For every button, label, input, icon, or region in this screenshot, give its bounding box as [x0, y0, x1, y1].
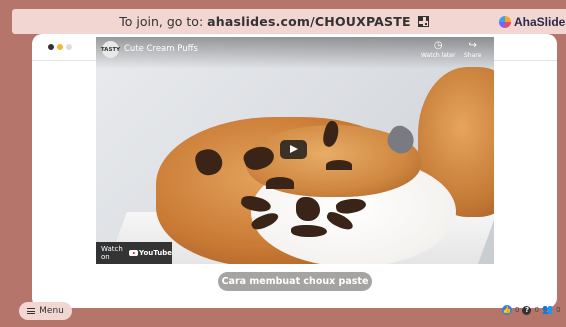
join-prefix: To join, go to: — [119, 14, 208, 29]
join-url[interactable]: ahaslides.com/CHOUXPASTE — [207, 14, 411, 29]
video-caption: Cara membuat choux paste — [218, 272, 372, 291]
share-label: Share — [464, 52, 482, 59]
chocolate-nose — [296, 197, 320, 221]
question-icon[interactable]: ? — [522, 305, 532, 315]
channel-initials: TASTY — [100, 46, 121, 53]
video-title[interactable]: Cute Cream Puffs — [124, 44, 198, 54]
youtube-logo: YouTube — [129, 249, 172, 257]
menu-button[interactable]: Menu — [19, 302, 72, 320]
qr-code-icon[interactable] — [417, 16, 429, 27]
watch-on-youtube-button[interactable]: Watch on YouTube — [96, 242, 172, 264]
youtube-play-icon — [129, 250, 139, 256]
brand-name: AhaSlides — [514, 15, 566, 29]
thumb-up-icon[interactable]: 👍 — [502, 305, 512, 315]
people-icon: 👥 — [541, 305, 554, 315]
video-header: TASTY Cute Cream Puffs ◷ Watch later ↪ S… — [96, 37, 494, 69]
questions-count: 0 — [534, 306, 539, 314]
join-banner: To join, go to: ahaslides.com/CHOUXPASTE — [12, 9, 566, 34]
menu-label: Menu — [39, 306, 64, 316]
window-dots — [48, 44, 72, 50]
share-button[interactable]: ↪ Share — [464, 40, 482, 60]
chocolate-eye — [326, 160, 352, 170]
likes-count: 0 — [515, 306, 520, 314]
channel-avatar[interactable]: TASTY — [100, 41, 121, 58]
video-caption-text: Cara membuat choux paste — [221, 276, 369, 287]
youtube-embed[interactable]: TASTY Cute Cream Puffs ◷ Watch later ↪ S… — [96, 37, 494, 264]
play-button[interactable] — [280, 140, 307, 159]
reaction-bar: 👍 0 ? 0 👥 0 — [502, 305, 561, 315]
chocolate-eye — [266, 177, 294, 189]
audience-count: 0 — [556, 306, 561, 314]
window-dot — [66, 44, 72, 50]
clock-icon: ◷ — [433, 40, 443, 51]
ahaslides-logo-icon — [499, 16, 511, 28]
hamburger-icon — [27, 308, 36, 314]
youtube-wordmark: YouTube — [139, 249, 172, 257]
share-icon: ↪ — [468, 40, 477, 51]
watch-later-label: Watch later — [421, 52, 456, 59]
window-dot — [57, 44, 63, 50]
chocolate-mouth — [291, 225, 327, 237]
watch-on-label: Watch on — [101, 245, 123, 261]
join-instructions: To join, go to: ahaslides.com/CHOUXPASTE — [119, 14, 410, 29]
brand-logo: AhaSlides — [499, 15, 566, 29]
watch-later-button[interactable]: ◷ Watch later — [421, 40, 456, 60]
window-dot — [48, 44, 54, 50]
